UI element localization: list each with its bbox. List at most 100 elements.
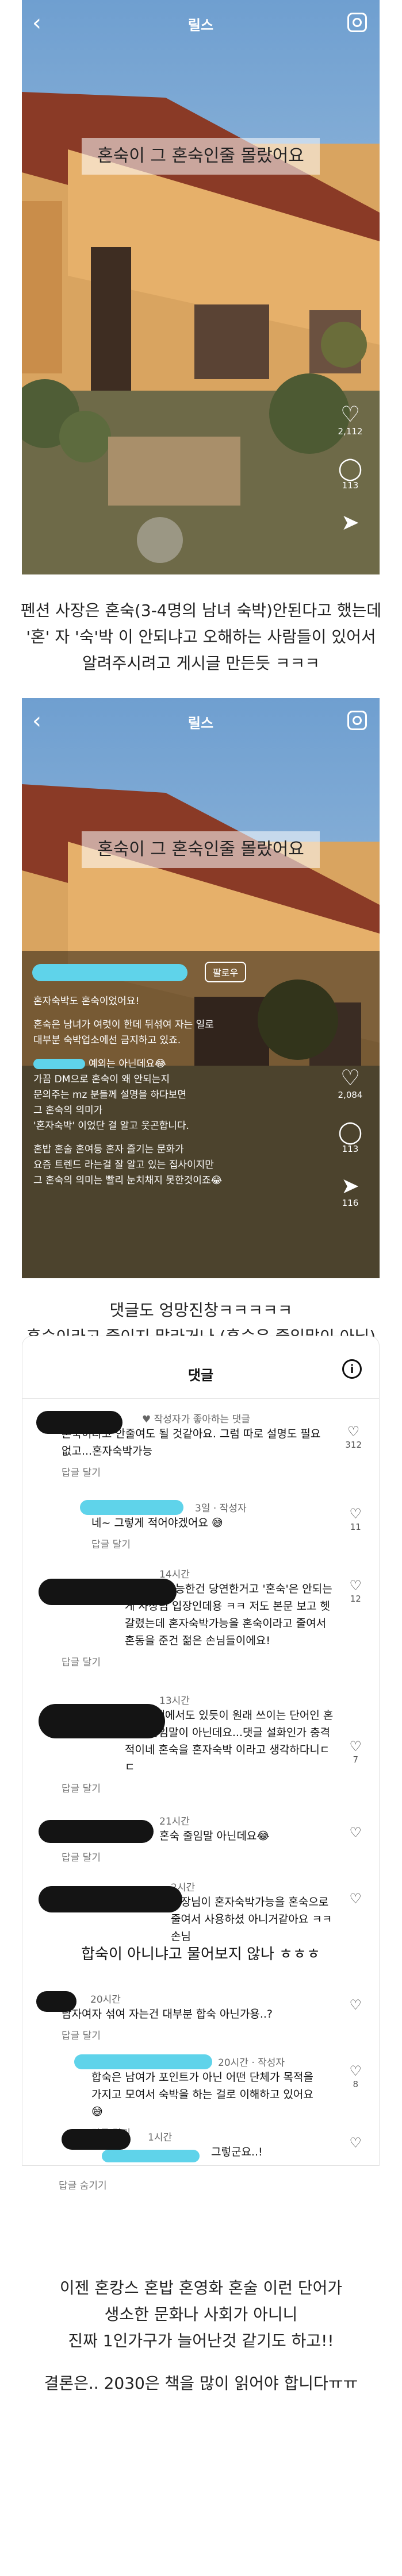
like-count: 2,084 xyxy=(338,1090,363,1100)
camera-icon[interactable] xyxy=(347,711,367,730)
comment-meta: 20시간 · 작성자 xyxy=(218,2057,285,2069)
comments-title: 댓글 xyxy=(187,1367,214,1383)
post-line: '혼자숙박' 이었단 걸 알고 웃곤합니다. xyxy=(33,1120,189,1132)
heart-icon[interactable]: ♡ xyxy=(330,402,370,426)
avatar-redaction xyxy=(39,1704,165,1738)
comment-meta: 13시간 xyxy=(159,1695,190,1707)
share-count: 116 xyxy=(342,1198,359,1208)
reply-button[interactable]: 답글 달기 xyxy=(62,2027,361,2042)
comment-count: 113 xyxy=(342,1144,359,1154)
house-photo xyxy=(22,0,380,574)
comment-item: 13시간 예전세대에서도 있듯이 원래 쓰이는 단어인 혼숙은 줄임말이 아닌데… xyxy=(39,1692,361,1795)
post-line: 혼밥 혼술 혼여등 혼자 즐기는 문화가 xyxy=(33,1144,184,1155)
avatar-redaction xyxy=(39,1886,182,1912)
post-line: 문의주는 mz 분들께 설명을 하다보면 xyxy=(33,1089,187,1101)
username-redaction xyxy=(80,1500,183,1515)
reels-header-title: 릴스 xyxy=(187,17,214,33)
comment-like[interactable]: ♡ xyxy=(349,2135,362,2151)
camera-icon[interactable] xyxy=(347,13,367,32)
closing-line: 결론은.. 2030은 책을 많이 읽어야 합니다ㅠㅠ xyxy=(44,2374,358,2393)
reply-button[interactable]: 답글 달기 xyxy=(62,1654,361,1668)
comment-like-count: 312 xyxy=(345,1440,362,1450)
comment-like[interactable]: ♡ 312 xyxy=(345,1424,362,1450)
post-line-text: 예외는 아닌데요😂 xyxy=(89,1058,166,1070)
comment-like[interactable]: ♡ 7 xyxy=(349,1738,362,1765)
comment-text: 혼숙 줄임말 아닌데요😂 xyxy=(159,1830,270,1842)
post-line: 그 혼숙의 의미가 xyxy=(33,1105,103,1116)
comment-item: 3일 · 작성자 네~ 그렇게 적어야겠어요 😅 답글 달기 xyxy=(80,1500,344,1551)
comment-item: 21시간 혼숙 줄임말 아닌데요😂 답글 달기 xyxy=(39,1813,361,1864)
avatar-redaction xyxy=(39,1820,154,1843)
post-text: 혼자숙박도 혼숙이었어요! 혼숙은 남녀가 여럿이 한데 뒤섞여 자는 일로 대… xyxy=(33,994,304,1189)
comment-item: 20시간 남자여자 섞여 자는건 대부분 합숙 아닌가용..? 답글 달기 xyxy=(36,1991,361,2042)
comment-like-count: 11 xyxy=(350,1522,361,1532)
reel-actions: ♡ 2,084 ◯ 113 ➤ 116 xyxy=(330,1066,370,1228)
comment-like[interactable]: ♡ 12 xyxy=(349,1578,362,1604)
closing-line: 이젠 혼캉스 혼밥 혼영화 혼술 이런 단어가 xyxy=(59,2278,343,2297)
closing-block: 이젠 혼캉스 혼밥 혼영화 혼술 이런 단어가 생소한 문화나 사회가 아니니 … xyxy=(0,2275,402,2397)
avatar-redaction xyxy=(36,1991,76,2012)
caption-line: 펜션 사장은 혼숙(3-4명의 남녀 숙박)안된다고 했는데 xyxy=(20,601,382,620)
send-icon[interactable]: ➤ xyxy=(330,1174,370,1198)
comment-count: 113 xyxy=(342,480,359,491)
username-redaction xyxy=(32,964,187,981)
reply-button[interactable]: 답글 달기 xyxy=(62,1849,361,1864)
closing-line: 진짜 1인가구가 늘어난것 같기도 하고!! xyxy=(68,2331,334,2350)
post-line: 혼숙은 남녀가 여럿이 한데 뒤섞여 자는 일로 xyxy=(33,1019,214,1031)
comment-like[interactable]: ♡ 11 xyxy=(349,1506,362,1532)
caption-line: 댓글도 엉망진창ㅋㅋㅋㅋㅋ xyxy=(109,1301,293,1320)
comment-item: 20시간 · 작성자 합숙은 남여가 포인트가 아닌 어떤 단체가 목적을 가지… xyxy=(74,2054,344,2139)
comment-meta: 21시간 xyxy=(159,1816,190,1827)
comment-like[interactable]: ♡ xyxy=(349,1825,362,1841)
comment-like-count: 7 xyxy=(353,1754,359,1765)
mid-caption: 합숙이 아니냐고 물어보지 않나 ㅎㅎㅎ xyxy=(81,1946,320,1963)
comments-sheet: 댓글 i ♥ 작성자가 좋아하는 댓글 혼숙이라고 안줄여도 될 것같아요. 그… xyxy=(22,1336,380,2166)
comment-item: ♥ 작성자가 좋아하는 댓글 혼숙이라고 안줄여도 될 것같아요. 그럼 따로 … xyxy=(36,1411,361,1479)
avatar-redaction xyxy=(36,1411,122,1434)
username-redaction xyxy=(102,2150,200,2162)
info-icon[interactable]: i xyxy=(342,1359,362,1379)
follow-button[interactable]: 팔로우 xyxy=(205,962,247,982)
post-line: 예외는 아닌데요😂 xyxy=(33,1056,304,1072)
reply-button[interactable]: 답글 달기 xyxy=(62,1464,361,1479)
divider xyxy=(22,1398,379,1399)
reels-header-title: 릴스 xyxy=(187,715,214,731)
comment-like[interactable]: ♡ 8 xyxy=(349,2063,362,2089)
avatar-redaction xyxy=(39,1579,177,1605)
send-icon[interactable]: ➤ xyxy=(330,510,370,534)
like-count: 2,112 xyxy=(338,426,363,437)
post-line: 그 혼숙의 의미는 빨리 눈치채지 못한것이죠😂 xyxy=(33,1175,223,1186)
post-line: 요즘 트렌드 라는걸 잘 알고 있는 집사이지만 xyxy=(33,1159,214,1171)
comment-meta: ♥ 작성자가 좋아하는 댓글 xyxy=(142,1414,250,1425)
comment-meta: 20시간 xyxy=(90,1994,121,2006)
reel-overlay-text: 혼숙이 그 혼숙인줄 몰랐어요 xyxy=(82,138,320,175)
caption-line: 알려주시려고 게시글 만든듯 ㅋㅋㅋ xyxy=(82,654,320,673)
comment-text: 합숙은 남여가 포인트가 아닌 어떤 단체가 목적을 가지고 모여서 숙박을 하… xyxy=(91,2071,313,2118)
comment-like-count: 8 xyxy=(353,2079,359,2089)
comment-meta: 14시간 xyxy=(159,1569,190,1580)
reel-overlay-text: 혼숙이 그 혼숙인줄 몰랐어요 xyxy=(82,831,320,868)
reel-screenshot-2: ‹ 릴스 혼숙이 그 혼숙인줄 몰랐어요 팔로우 혼자숙박도 혼숙이었어요! 혼… xyxy=(22,698,380,1278)
comment-item: 2시간 사장님이 혼자숙박가능을 혼숙으로 줄여서 사용하셨 아니거같아요 ㅋㅋ… xyxy=(39,1879,361,1945)
caption-block-1: 펜션 사장은 혼숙(3-4명의 남녀 숙박)안된다고 했는데 '혼' 자 '숙'… xyxy=(0,597,402,677)
comment-like[interactable]: ♡ xyxy=(349,1997,362,2013)
post-line: 대부분 숙박업소에선 금지하고 있죠. xyxy=(33,1035,181,1046)
reel-actions: ♡ 2,112 ◯ 113 ➤ xyxy=(330,402,370,534)
closing-line: 생소한 문화나 사회가 아니니 xyxy=(104,2305,298,2324)
comment-text: 네~ 그렇게 적어야겠어요 😅 xyxy=(91,1517,223,1529)
hide-replies-button[interactable]: 답글 숨기기 xyxy=(59,2177,107,2192)
comment-item: 1시간 그렇군요..! xyxy=(39,2129,361,2162)
reply-button[interactable]: 답글 달기 xyxy=(91,1536,344,1551)
comment-like-count: 12 xyxy=(350,1594,361,1604)
author-row: 팔로우 xyxy=(32,959,285,987)
comment-meta: 3일 · 작성자 xyxy=(195,1503,247,1514)
comment-meta: 2시간 xyxy=(171,1882,196,1894)
heart-icon[interactable]: ♡ xyxy=(330,1066,370,1090)
comment-like[interactable]: ♡ xyxy=(349,1891,362,1907)
caption-line: '혼' 자 '숙'박 이 안되냐고 오해하는 사람들이 있어서 xyxy=(26,627,376,646)
comment-icon[interactable]: ◯ xyxy=(330,1120,370,1144)
comment-icon[interactable]: ◯ xyxy=(330,456,370,480)
comment-text: 그렇군요..! xyxy=(211,2146,263,2158)
reply-button[interactable]: 답글 달기 xyxy=(62,1780,361,1795)
comment-text: 남자여자 섞여 자는건 대부분 합숙 아닌가용..? xyxy=(62,2008,273,2020)
